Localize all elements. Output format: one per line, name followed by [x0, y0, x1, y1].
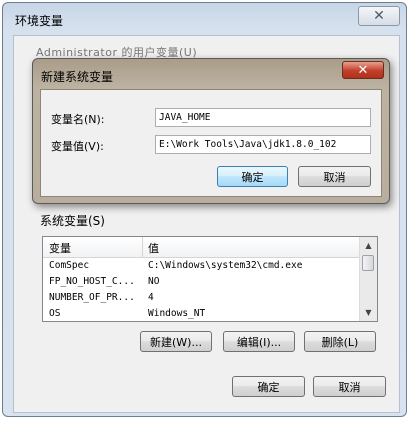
close-icon: ✕	[357, 62, 369, 78]
new-var-ok-button[interactable]: 确定	[217, 166, 288, 187]
row-variable-name: OS	[49, 308, 61, 319]
env-cancel-button[interactable]: 取消	[313, 376, 386, 397]
env-dialog-close-button[interactable]: ✕	[358, 6, 400, 26]
scrollbar-thumb[interactable]	[362, 255, 374, 271]
env-ok-button[interactable]: 确定	[232, 376, 305, 397]
system-vars-table[interactable]: 变量 值 ComSpec C:\Windows\system32\cmd.exe…	[42, 236, 378, 322]
edit-variable-button[interactable]: 编辑(I)...	[223, 331, 295, 352]
table-row[interactable]: OS Windows_NT	[43, 306, 361, 321]
row-variable-name: ComSpec	[49, 260, 90, 271]
new-var-dialog-client: 变量名(N): JAVA_HOME 变量值(V): E:\Work Tools\…	[40, 89, 382, 197]
variable-name-label: 变量名(N):	[51, 113, 105, 126]
env-dialog-title: 环境变量	[15, 14, 64, 28]
row-variable-name: FP_NO_HOST_C...	[49, 276, 135, 287]
variable-value-input[interactable]: E:\Work Tools\Java\jdk1.8.0_102	[155, 135, 371, 154]
new-var-cancel-button[interactable]: 取消	[298, 166, 371, 187]
table-row[interactable]: ComSpec C:\Windows\system32\cmd.exe	[43, 258, 361, 274]
table-scrollbar[interactable]: ▲ ▼	[359, 237, 377, 321]
row-variable-value: NO	[148, 276, 160, 287]
new-var-dialog-title: 新建系统变量	[41, 70, 114, 84]
column-header-value[interactable]: 值	[148, 240, 159, 256]
new-system-variable-dialog: 新建系统变量 ✕ 变量名(N): JAVA_HOME 变量值(V): E:\Wo…	[32, 58, 390, 204]
system-vars-label: 系统变量(S)	[40, 214, 105, 228]
variable-name-input[interactable]: JAVA_HOME	[155, 108, 371, 127]
column-divider[interactable]	[142, 237, 143, 257]
row-variable-value: C:\Windows\system32\cmd.exe	[148, 260, 303, 271]
row-variable-value: Windows_NT	[148, 308, 206, 319]
close-icon: ✕	[373, 8, 385, 24]
variable-value-label: 变量值(V):	[51, 140, 104, 153]
row-variable-value: 4	[148, 292, 154, 303]
scroll-up-arrow-icon[interactable]: ▲	[360, 237, 377, 254]
delete-variable-button[interactable]: 删除(L)	[304, 331, 376, 352]
table-row[interactable]: FP_NO_HOST_C... NO	[43, 274, 361, 290]
scroll-down-arrow-icon[interactable]: ▼	[360, 304, 377, 321]
new-var-dialog-close-button[interactable]: ✕	[342, 61, 384, 79]
table-row[interactable]: NUMBER_OF_PR... 4	[43, 290, 361, 306]
table-header: 变量 值	[43, 237, 361, 258]
row-variable-name: NUMBER_OF_PR...	[49, 292, 135, 303]
new-variable-button[interactable]: 新建(W)...	[140, 331, 212, 352]
column-header-variable[interactable]: 变量	[49, 240, 71, 256]
